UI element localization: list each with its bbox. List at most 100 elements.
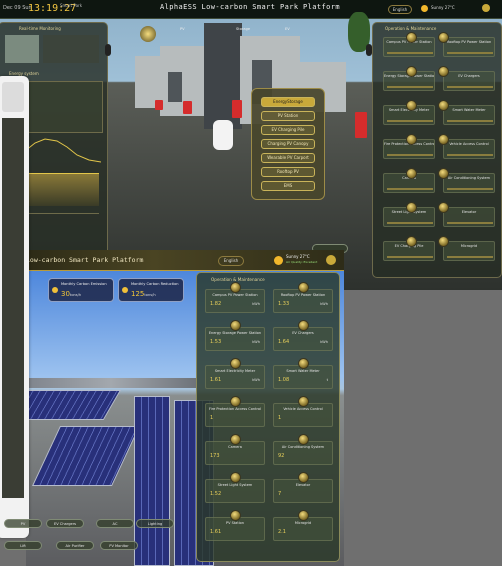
device-icon (230, 472, 241, 483)
device-card[interactable]: EV Charging Pile (383, 236, 435, 261)
tablet-widget (2, 82, 24, 112)
device-card[interactable]: Elevator (438, 202, 495, 227)
tablet-device (0, 76, 29, 538)
device-card-unit: kWh (252, 302, 260, 306)
top-nav-item[interactable]: Storage (236, 27, 276, 39)
stat-value: 125tons/h (131, 290, 156, 298)
menu-item-ems[interactable]: EMS (261, 181, 315, 191)
monthly-emission-card: Monthly Carbon Emission 30tons/h (48, 278, 114, 302)
device-card-bar (387, 222, 433, 224)
bottom-nav-lift[interactable]: Lift (4, 541, 42, 550)
monitoring-panel-title: Real-time Monitoring (19, 26, 61, 31)
device-card[interactable]: Energy Storage Power Station 1.53 kWh (205, 320, 265, 351)
device-card[interactable]: Campus PV Power Station 1.82 kWh (205, 282, 265, 313)
device-card[interactable]: Smart Electricity Meter 1.61 kWh (205, 358, 265, 389)
device-icon (406, 134, 417, 145)
menu-item-ev-charging-pile[interactable]: EV Charging Pile (261, 125, 315, 135)
device-card-label: EV Chargers (292, 331, 314, 335)
device-card[interactable]: EV Chargers 1.64 kWh (273, 320, 333, 351)
top-dashboard-screen: Dec 09 Sun 13:19:27 Smart Park AlphaESS … (0, 0, 502, 290)
device-card-label: Campus PV Power Station (212, 293, 258, 297)
device-card[interactable]: Camera 173 (205, 434, 265, 465)
device-card[interactable]: Smart Electricity Meter (383, 100, 435, 125)
device-card[interactable]: Energy Storage Power Station (383, 66, 435, 91)
device-card-label: Elevator (461, 210, 477, 214)
device-card-unit: kWh (252, 378, 260, 382)
bottom-nav-pv-monitor[interactable]: PV Monitor (100, 541, 138, 550)
menu-item-pv-station[interactable]: PV Station (261, 111, 315, 121)
device-card-bar (447, 188, 493, 190)
camera-thumbnail[interactable] (43, 35, 99, 63)
device-card[interactable]: PV Station 1.61 (205, 510, 265, 541)
city-skyline (26, 378, 196, 388)
device-card[interactable]: Camera (383, 168, 435, 193)
bottom-settings-icon[interactable] (326, 255, 336, 265)
device-card[interactable]: Street Light System (383, 202, 435, 227)
device-icon (438, 32, 449, 43)
device-card-label: Fire Protection Access Control (209, 407, 261, 411)
bottom-nav-lighting[interactable]: Lighting (136, 519, 174, 528)
device-card-value: 1.64 (278, 339, 290, 345)
device-card-label: Rooftop PV Power Station (280, 293, 326, 297)
device-icon (230, 396, 241, 407)
menu-item-charging-pv-canopy[interactable]: Charging PV Canopy (261, 139, 315, 149)
device-card[interactable]: Elevator 7 (273, 472, 333, 503)
building-door (168, 72, 182, 102)
top-nav-item[interactable]: EV (285, 27, 325, 39)
device-card-label: Microgrid (460, 244, 478, 248)
device-card-bar (447, 256, 493, 258)
bottom-nav-air-purifier[interactable]: Air Purifier (56, 541, 94, 550)
collapse-left-panel-button[interactable] (105, 44, 111, 56)
operation-panel-title: Operation & Maintenance (385, 26, 437, 31)
device-icon (230, 282, 241, 293)
camera-thumbnail[interactable] (5, 35, 39, 63)
device-icon (406, 100, 417, 111)
top-nav-item[interactable]: PV (180, 27, 210, 39)
bottom-operation-panel: Operation & Maintenance Campus PV Power … (196, 272, 340, 562)
menu-item-energy-storage[interactable]: EnergyStorage (261, 97, 315, 107)
device-card[interactable]: Microgrid 2.1 (273, 510, 333, 541)
robot-mascot-icon[interactable] (213, 120, 233, 150)
energy-flow-diagram (23, 81, 103, 133)
bottom-nav-pv[interactable]: PV (4, 519, 42, 528)
device-card[interactable]: Vehicle Access Control 1 (273, 396, 333, 427)
device-icon (438, 236, 449, 247)
device-card-bar (447, 222, 493, 224)
device-card[interactable]: Smart Water Meter 1.08 t (273, 358, 333, 389)
device-card[interactable]: Rooftop PV Power Station 1.33 kWh (273, 282, 333, 313)
device-card-bar (387, 120, 433, 122)
device-card-label: EV Chargers (458, 74, 480, 78)
home-icon[interactable] (140, 26, 156, 42)
clock-subtitle: Smart Park (60, 3, 83, 8)
bottom-language-selector[interactable]: English (218, 256, 244, 266)
device-card-value: 173 (210, 453, 220, 459)
menu-item-pv-carport[interactable]: Wearable PV Carport (261, 153, 315, 163)
device-card[interactable]: Fire Protection Access Control 1 (205, 396, 265, 427)
device-icon (406, 236, 417, 247)
settings-icon[interactable] (482, 4, 490, 12)
bottom-nav-ac[interactable]: AC (96, 519, 134, 528)
language-selector[interactable]: English (388, 5, 412, 14)
device-card[interactable]: Microgrid (438, 236, 495, 261)
device-card-value: 1.08 (278, 377, 290, 383)
device-card-label: PV Station (225, 521, 245, 525)
device-card[interactable]: Air Conditioning System 92 (273, 434, 333, 465)
bottom-nav-ev-chargers[interactable]: EV Chargers (46, 519, 84, 528)
battery-cabinet (183, 101, 192, 114)
device-card[interactable]: EV Chargers (438, 66, 495, 91)
device-icon (298, 282, 309, 293)
scene-dropdown-menu: EnergyStorage PV Station EV Charging Pil… (251, 88, 325, 200)
weather-label: Sunny 27°C (431, 5, 455, 10)
device-card[interactable]: Rooftop PV Power Station (438, 32, 495, 57)
device-icon (406, 32, 417, 43)
device-card-label: Vehicle Access Control (449, 142, 489, 146)
device-card[interactable]: Fire Protection Access Control (383, 134, 435, 159)
device-card[interactable]: Air Conditioning System (438, 168, 495, 193)
solar-panel-array (134, 396, 170, 566)
device-card[interactable]: Street Light System 1.52 (205, 472, 265, 503)
menu-item-rooftop-pv[interactable]: Rooftop PV (261, 167, 315, 177)
device-card[interactable]: Vehicle Access Control (438, 134, 495, 159)
device-card[interactable]: Smart Water Meter (438, 100, 495, 125)
device-card-bar (387, 154, 433, 156)
device-card[interactable]: Campus PV Power Station (383, 32, 435, 57)
